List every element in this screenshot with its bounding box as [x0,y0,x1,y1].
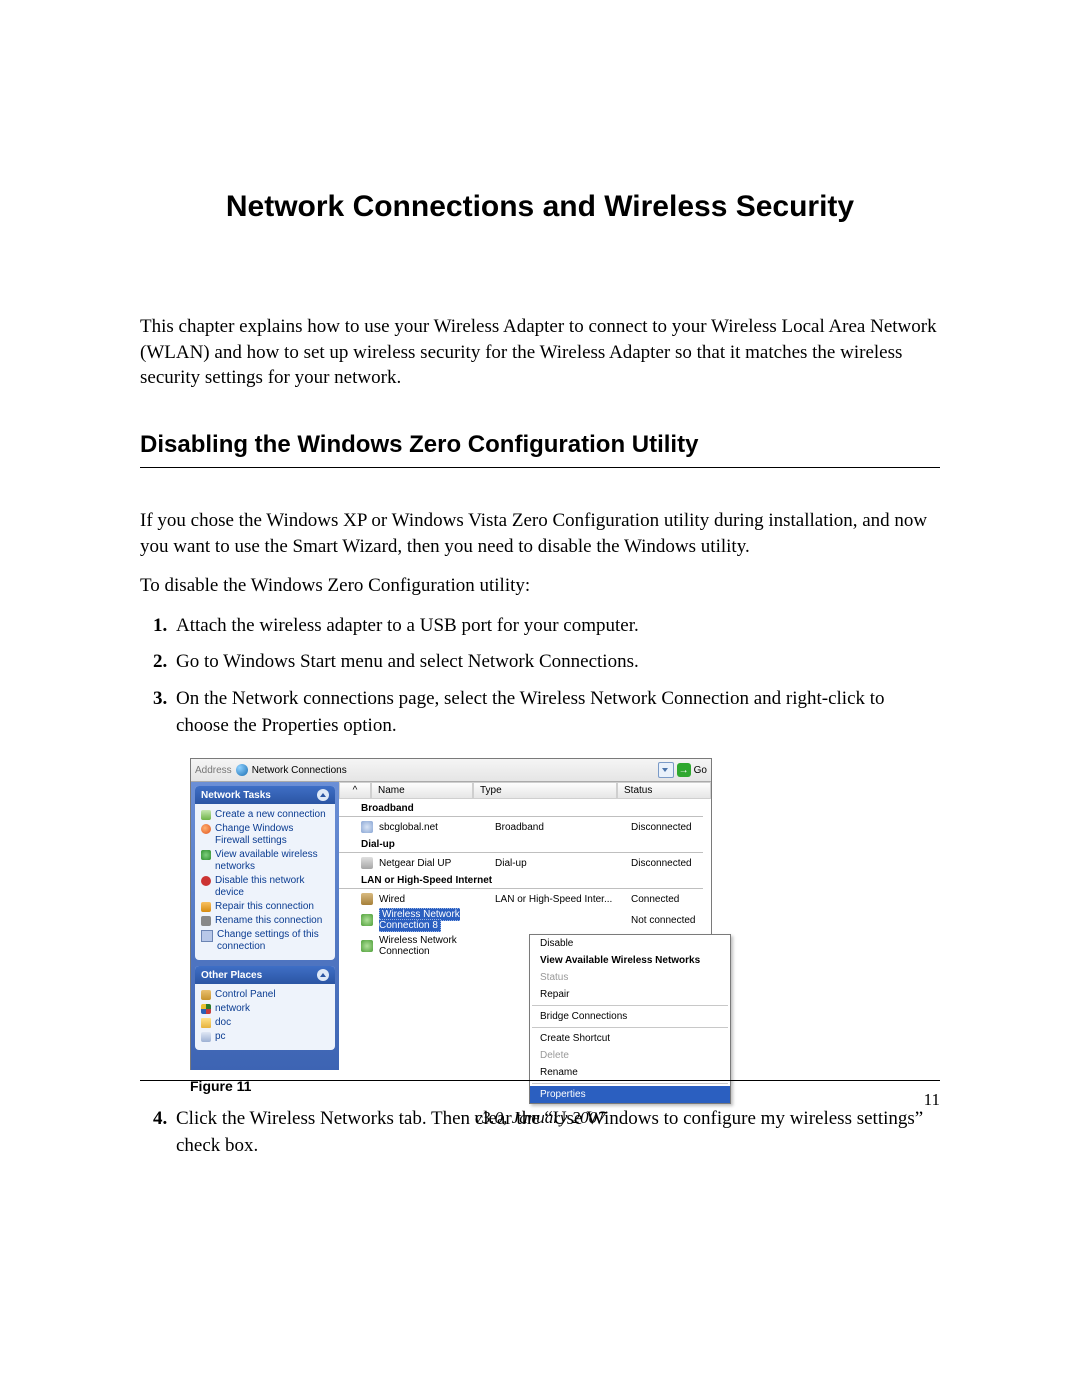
wireless-adapter-icon [361,940,373,952]
intro-paragraph: This chapter explains how to use your Wi… [140,314,940,391]
control-panel-icon [201,990,211,1000]
task-change-settings[interactable]: Change settings of this connection [199,928,331,954]
address-dropdown-icon[interactable] [658,762,674,778]
menu-repair[interactable]: Repair [530,986,730,1003]
task-repair[interactable]: Repair this connection [199,900,331,914]
network-places-icon [201,1004,211,1014]
menu-delete: Delete [530,1047,730,1064]
settings-icon [201,930,213,942]
row-netgear-dialup[interactable]: Netgear Dial UP Dial-up Disconnected [339,855,711,871]
menu-bridge[interactable]: Bridge Connections [530,1008,730,1025]
sort-indicator-icon[interactable]: ^ [339,782,371,799]
wireless-adapter-icon [361,914,373,926]
address-label: Address [195,765,232,776]
other-doc[interactable]: doc [199,1016,331,1030]
panel-title: Other Places [201,970,262,981]
step-1: Attach the wireless adapter to a USB por… [172,613,940,640]
task-create-connection[interactable]: Create a new connection [199,808,331,822]
footer-rule [140,1080,940,1081]
menu-separator [532,1005,728,1006]
task-view-wireless[interactable]: View available wireless networks [199,848,331,874]
menu-properties[interactable]: Properties [530,1086,730,1103]
menu-view-wireless[interactable]: View Available Wireless Networks [530,952,730,969]
column-type[interactable]: Type [473,782,617,799]
group-lan: LAN or High-Speed Internet [339,871,703,889]
context-menu: Disable View Available Wireless Networks… [529,934,731,1104]
row-sbcglobal[interactable]: sbcglobal.net Broadband Disconnected [339,819,711,835]
menu-separator [532,1083,728,1084]
column-status[interactable]: Status [617,782,711,799]
list-pane: ^ Name Type Status Broadband sbcglobal.n… [339,782,711,1070]
version-footer: v3.0, January 2007 [0,1108,1080,1128]
panel-network-tasks: Network Tasks Create a new connection Ch… [195,786,335,960]
section-heading: Disabling the Windows Zero Configuration… [140,431,940,468]
rename-icon [201,916,211,926]
other-pc[interactable]: pc [199,1030,331,1044]
menu-shortcut[interactable]: Create Shortcut [530,1030,730,1047]
disable-icon [201,876,211,886]
wireless-icon [201,850,211,860]
column-name[interactable]: Name [371,782,473,799]
firewall-icon [201,824,211,834]
paragraph-2: To disable the Windows Zero Configuratio… [140,573,940,599]
globe-icon [236,764,248,776]
menu-status: Status [530,969,730,986]
collapse-icon[interactable] [317,969,329,981]
new-connection-icon [201,810,211,820]
connection-icon [361,821,373,833]
column-headers: ^ Name Type Status [339,782,711,799]
page-title: Network Connections and Wireless Securit… [140,190,940,224]
figure-screenshot: Address Network Connections → Go Network… [190,758,940,1070]
task-firewall[interactable]: Change Windows Firewall settings [199,822,331,848]
address-title: Network Connections [252,765,347,776]
address-bar: Address Network Connections → Go [191,759,711,782]
other-network[interactable]: network [199,1002,331,1016]
dialup-icon [361,857,373,869]
other-control-panel[interactable]: Control Panel [199,988,331,1002]
folder-icon [201,1018,211,1028]
collapse-icon[interactable] [317,789,329,801]
panel-other-places: Other Places Control Panel network doc p… [195,966,335,1050]
paragraph-1: If you chose the Windows XP or Windows V… [140,508,940,559]
sidebar: Network Tasks Create a new connection Ch… [191,782,339,1070]
wired-icon [361,893,373,905]
page-number: 11 [924,1090,940,1110]
task-rename[interactable]: Rename this connection [199,914,331,928]
panel-title: Network Tasks [201,790,271,801]
menu-rename[interactable]: Rename [530,1064,730,1081]
step-2: Go to Windows Start menu and select Netw… [172,649,940,676]
group-broadband: Broadband [339,799,703,817]
row-wireless-8[interactable]: Wireless Network Connection 8 Not connec… [339,907,711,933]
menu-disable[interactable]: Disable [530,935,730,952]
go-controls: → Go [658,762,707,778]
row-wired[interactable]: Wired LAN or High-Speed Inter... Connect… [339,891,711,907]
repair-icon [201,902,211,912]
step-3: On the Network connections page, select … [172,686,940,739]
steps-list: Attach the wireless adapter to a USB por… [140,613,940,739]
go-arrow-icon[interactable]: → [677,763,691,777]
menu-separator [532,1027,728,1028]
group-dialup: Dial-up [339,835,703,853]
go-label[interactable]: Go [694,765,707,776]
computer-icon [201,1032,211,1042]
task-disable[interactable]: Disable this network device [199,874,331,900]
